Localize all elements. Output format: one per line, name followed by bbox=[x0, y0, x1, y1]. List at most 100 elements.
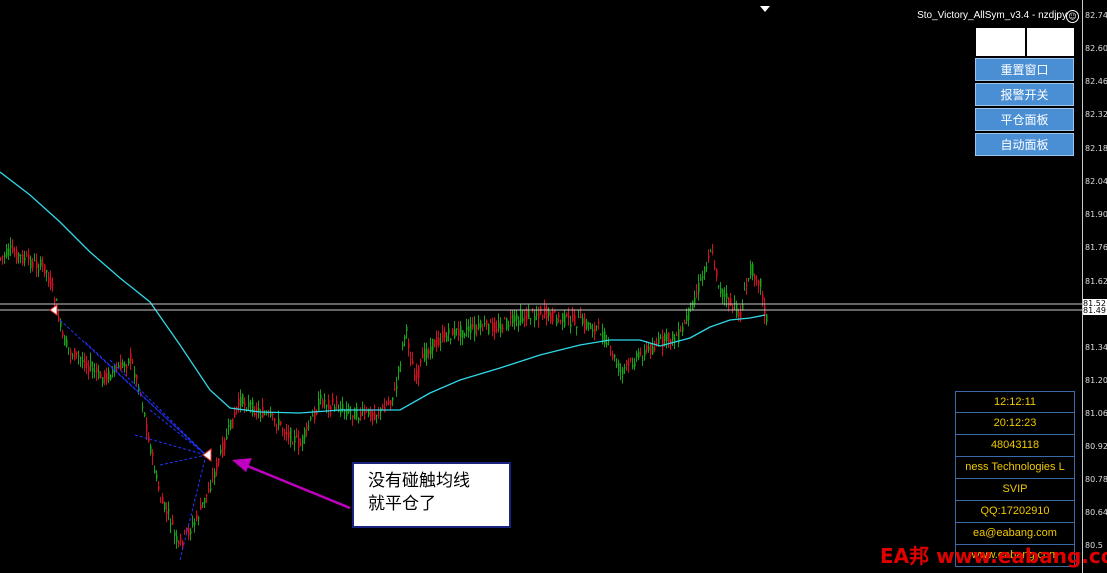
candle-body bbox=[216, 462, 218, 472]
price-tick-label: 82.46 bbox=[1085, 77, 1107, 86]
candle-body bbox=[626, 361, 628, 365]
candle-body bbox=[0, 257, 2, 259]
candle-body bbox=[576, 326, 578, 328]
candle-body bbox=[104, 371, 106, 379]
candle-body bbox=[36, 261, 38, 269]
broker-name: ness Technologies L bbox=[955, 457, 1075, 479]
candle-body bbox=[552, 311, 554, 322]
annotation-line-1: 没有碰触均线 bbox=[368, 471, 470, 491]
candle-body bbox=[80, 357, 82, 360]
candle-body bbox=[540, 307, 542, 315]
close-position-panel-button[interactable]: 平仓面板 bbox=[975, 108, 1074, 131]
candle-body bbox=[360, 412, 362, 417]
candle-body bbox=[766, 314, 768, 322]
candle-body bbox=[306, 426, 308, 429]
candle-body bbox=[498, 322, 500, 329]
candle-body bbox=[438, 337, 440, 346]
close-arrow-marker bbox=[202, 448, 212, 462]
candle-body bbox=[304, 429, 306, 439]
candle-body bbox=[388, 401, 390, 404]
candle-body bbox=[126, 367, 128, 369]
candle-body bbox=[474, 324, 476, 335]
candle-body bbox=[742, 304, 744, 311]
panel-white-box-left[interactable] bbox=[976, 28, 1025, 56]
candle-body bbox=[292, 443, 294, 445]
candle-body bbox=[108, 370, 110, 380]
candle-body bbox=[646, 345, 648, 351]
candle-body bbox=[28, 254, 30, 260]
candle-body bbox=[614, 355, 616, 358]
candle-body bbox=[432, 338, 434, 351]
fan-line bbox=[109, 359, 207, 456]
price-tick-label: 81.62 bbox=[1085, 277, 1107, 286]
candle-body bbox=[44, 264, 46, 274]
candle-body bbox=[68, 347, 70, 349]
candle-body bbox=[132, 361, 134, 363]
candle-body bbox=[506, 318, 508, 329]
candle-body bbox=[120, 362, 122, 371]
candle-body bbox=[550, 312, 552, 322]
candle-body bbox=[574, 315, 576, 325]
candle-body bbox=[150, 445, 152, 454]
candle-body bbox=[642, 359, 644, 361]
candle-body bbox=[706, 266, 708, 268]
candle-body bbox=[588, 322, 590, 326]
annotation-callout: 没有碰触均线 就平仓了 bbox=[352, 462, 511, 528]
candle-body bbox=[544, 307, 546, 315]
candle-body bbox=[598, 322, 600, 324]
candle-body bbox=[320, 394, 322, 399]
candle-body bbox=[658, 337, 660, 344]
candle-body bbox=[428, 349, 430, 355]
candle-body bbox=[94, 370, 96, 372]
candle-body bbox=[396, 385, 398, 389]
candle-body bbox=[20, 254, 22, 256]
alert-toggle-button[interactable]: 报警开关 bbox=[975, 83, 1074, 106]
price-chart[interactable] bbox=[0, 0, 1082, 573]
candle-body bbox=[182, 540, 184, 547]
fan-line bbox=[159, 454, 207, 466]
candle-body bbox=[518, 320, 520, 326]
price-tick-label: 81.76 bbox=[1085, 243, 1107, 252]
candle-body bbox=[210, 488, 212, 491]
candle-body bbox=[66, 339, 68, 347]
candle-body bbox=[414, 374, 416, 381]
candle-body bbox=[78, 355, 80, 357]
price-tick-label: 82.60 bbox=[1085, 44, 1107, 53]
candle-body bbox=[34, 259, 36, 261]
reset-window-button[interactable]: 重置窗口 bbox=[975, 58, 1074, 81]
candle-body bbox=[192, 522, 194, 526]
candle-body bbox=[500, 323, 502, 333]
candle-body bbox=[324, 400, 326, 402]
candle-body bbox=[254, 413, 256, 416]
candle-body bbox=[336, 401, 338, 404]
price-tick-label: 81.49 bbox=[1083, 306, 1107, 315]
candle-body bbox=[504, 318, 506, 320]
candle-body bbox=[32, 261, 34, 268]
candle-body bbox=[76, 351, 78, 354]
candle-body bbox=[272, 413, 274, 416]
candle-body bbox=[82, 359, 84, 363]
candle-body bbox=[8, 248, 10, 256]
auto-panel-button[interactable]: 自动面板 bbox=[975, 133, 1074, 156]
candle-body bbox=[524, 316, 526, 319]
candle-body bbox=[480, 321, 482, 328]
candle-body bbox=[22, 254, 24, 264]
candle-body bbox=[682, 326, 684, 332]
candle-body bbox=[100, 373, 102, 379]
candle-body bbox=[406, 326, 408, 332]
price-axis[interactable]: 82.74 82.60 82.46 82.32 82.18 82.04 81.90 81.76… bbox=[1082, 0, 1107, 573]
candle-body bbox=[332, 398, 334, 403]
candle-body bbox=[322, 399, 324, 407]
price-tick-label: 81.34 bbox=[1085, 343, 1107, 352]
candle-body bbox=[232, 418, 234, 429]
panel-white-box-right[interactable] bbox=[1027, 28, 1074, 56]
candle-body bbox=[144, 412, 146, 416]
candle-body bbox=[294, 435, 296, 444]
candle-body bbox=[58, 316, 60, 321]
chart-shift-marker[interactable] bbox=[760, 6, 770, 12]
candle-body bbox=[584, 319, 586, 330]
candle-body bbox=[476, 327, 478, 330]
candle-body bbox=[534, 315, 536, 321]
candle-body bbox=[6, 248, 8, 257]
candle-body bbox=[704, 267, 706, 274]
